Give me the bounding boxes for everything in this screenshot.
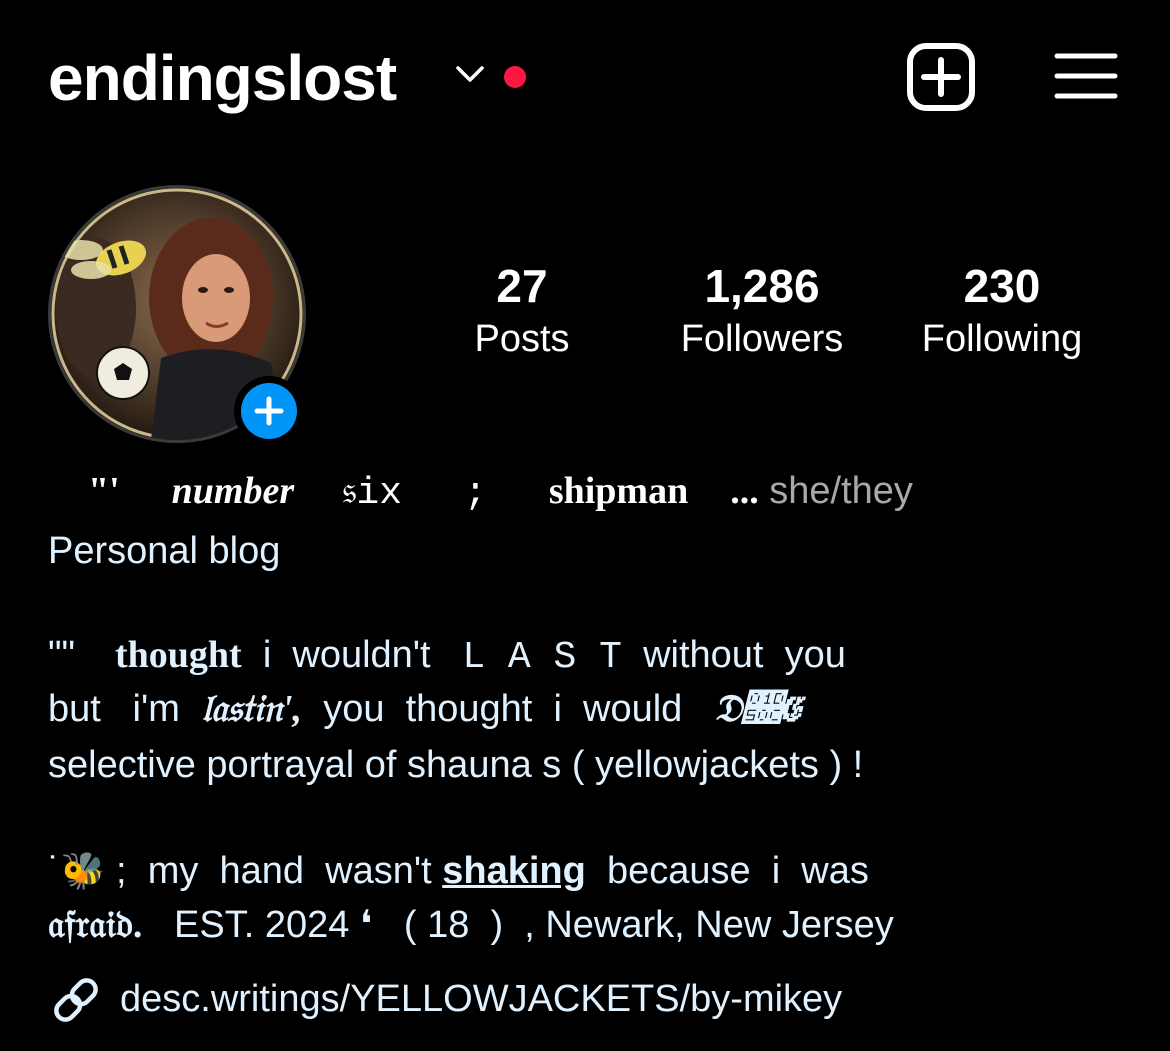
bio-last: L A S T	[462, 636, 622, 679]
add-story-button[interactable]	[234, 376, 304, 446]
followers-count: 1,286	[704, 260, 820, 312]
posts-stat[interactable]: 27 Posts	[462, 258, 582, 364]
bio-because: because i was	[585, 850, 869, 892]
link-chain-icon	[54, 978, 98, 1022]
profile-name: "' number 𝔰ix; shipman... she/they	[48, 466, 913, 519]
profile-link[interactable]: desc.writings/YELLOWJACKETS/by-mikey	[48, 972, 842, 1033]
followers-stat[interactable]: 1,286 Followers	[662, 258, 862, 364]
bio-line-2: but i'm 𝔩𝔞𝔰𝔱𝔦𝔫', you thought i would 𝔇𝔌𝔈	[48, 684, 799, 734]
bee-icon: 🐝	[60, 850, 106, 891]
posts-count: 27	[496, 260, 548, 312]
bio-thought: thought	[114, 634, 242, 676]
bio-my-hand: ; my hand wasn't	[105, 850, 443, 892]
username-title[interactable]: endingslost	[48, 38, 397, 118]
name-ellipsis: ...	[730, 470, 759, 512]
name-quote: "'	[88, 470, 120, 512]
following-count: 230	[963, 260, 1041, 312]
bio-you-thought: you thought i would	[323, 688, 683, 730]
profile-category: Personal blog	[48, 530, 281, 572]
name-shipman: shipman	[548, 470, 689, 512]
bio-dot: ˙	[48, 850, 61, 892]
bio-shaking[interactable]: shaking	[442, 850, 586, 892]
bio-line-3: selective portrayal of shauna s ( yellow…	[48, 744, 864, 786]
bio-lastin: 𝔩𝔞𝔰𝔱𝔦𝔫',	[200, 688, 303, 730]
chevron-down-icon[interactable]	[455, 64, 485, 84]
following-stat[interactable]: 230 Following	[902, 258, 1102, 364]
notification-dot	[504, 66, 526, 88]
bio-location: EST. 2024 ❛ ( 18 ) , Newark, New Jersey	[142, 904, 894, 946]
posts-label: Posts	[474, 318, 570, 360]
name-six: 𝔰ix	[342, 472, 402, 515]
bio-without-you: without you	[643, 634, 846, 676]
bio-line-5: 𝔞𝔣𝔯𝔞𝔦𝔡. EST. 2024 ❛ ( 18 ) , Newark, New…	[48, 900, 894, 950]
link-url[interactable]: desc.writings/YELLOWJACKETS/by-mikey	[120, 974, 842, 1024]
bio-but-im: but i'm	[48, 688, 180, 730]
profile-page: endingslost 27 Posts 1,286 Followers 230…	[0, 0, 1170, 1051]
bio-line-4: ˙🐝 ; my hand wasn't shaking because i wa…	[48, 846, 869, 896]
name-semicolon: ;	[464, 472, 487, 515]
bio-afraid: 𝔞𝔣𝔯𝔞𝔦𝔡.	[48, 904, 143, 946]
following-label: Following	[921, 318, 1083, 360]
plus-icon	[254, 396, 284, 426]
followers-label: Followers	[680, 318, 844, 360]
name-number: number	[171, 470, 295, 512]
plus-square-icon[interactable]	[906, 42, 976, 112]
hamburger-menu-icon[interactable]	[1054, 52, 1118, 102]
bio-wouldnt: i wouldn't	[262, 634, 431, 676]
bio-line-1: "" thought i wouldn't L A S T without you	[48, 630, 846, 683]
bio-quote-mark: ""	[48, 634, 75, 676]
bio-die: 𝔇𝔌𝔈	[714, 688, 800, 730]
pronouns: she/they	[769, 470, 913, 512]
